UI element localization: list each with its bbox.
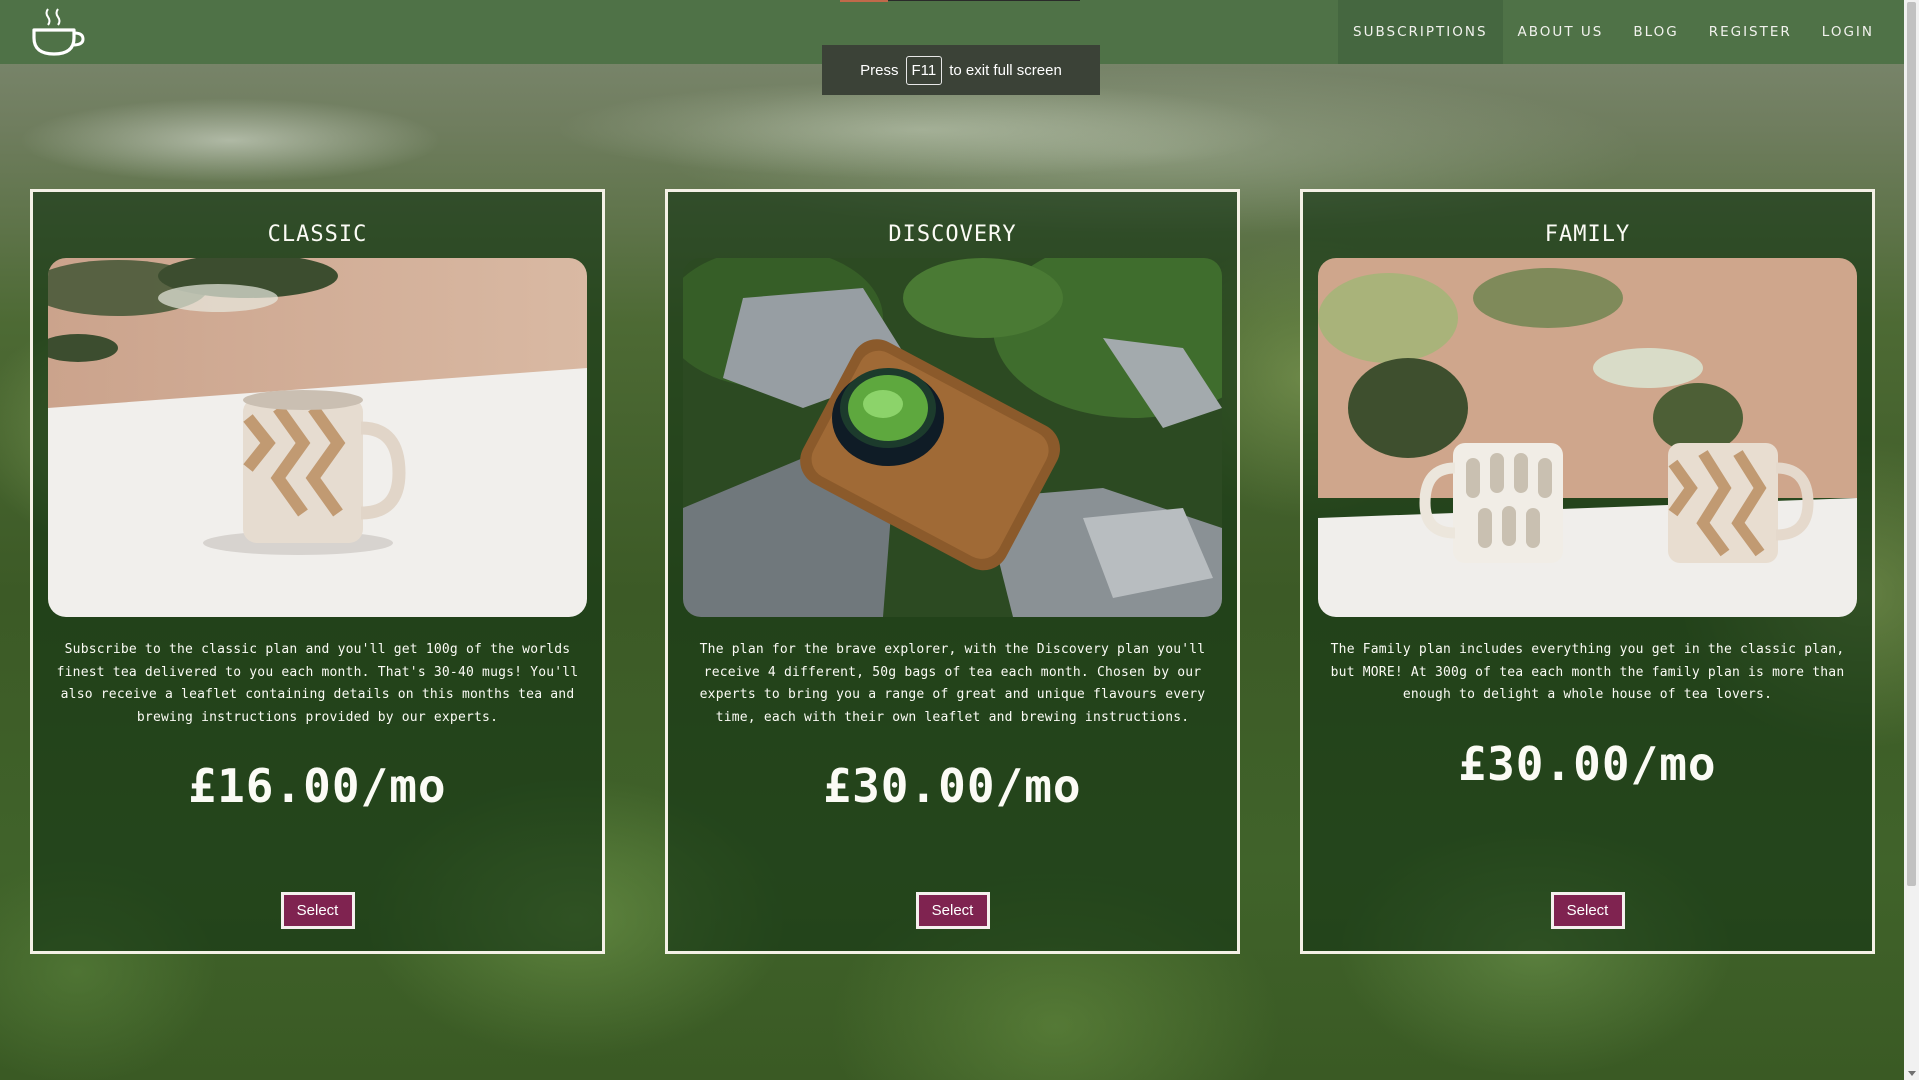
toast-key: F11 [905, 55, 943, 85]
plan-price: £30.00/mo [823, 759, 1082, 813]
plan-price: £16.00/mo [188, 759, 447, 813]
plan-description: Subscribe to the classic plan and you'll… [56, 642, 579, 725]
nav-blog[interactable]: BLOG [1618, 0, 1693, 64]
toast-message: to exit full screen [949, 61, 1062, 79]
plan-description: The plan for the brave explorer, with th… [699, 642, 1206, 725]
plan-card-discovery: DISCOVERY The plan for the brave explore… [665, 189, 1240, 954]
nav-login[interactable]: LOGIN [1807, 0, 1904, 64]
fullscreen-toast: Press F11 to exit full screen [822, 45, 1100, 95]
nav-about-us[interactable]: ABOUT US [1503, 0, 1619, 64]
plan-price: £30.00/mo [1458, 736, 1717, 791]
select-classic-button[interactable]: Select [280, 892, 355, 929]
subscription-plans: CLASSIC Subscribe to the classic plan an… [30, 189, 1875, 954]
plan-card-family: FAMILY The Family plan includes everythi… [1300, 189, 1875, 954]
toast-press-text: Press [860, 61, 899, 79]
plan-title: CLASSIC [267, 222, 368, 247]
plan-title: FAMILY [1544, 222, 1631, 247]
nav-subscriptions[interactable]: SUBSCRIPTIONS [1338, 0, 1503, 64]
plan-title: DISCOVERY [888, 222, 1017, 247]
plan-image-family [1318, 258, 1857, 617]
page-scrollbar[interactable] [1904, 0, 1919, 1080]
plan-image-classic [48, 258, 587, 617]
plan-image-discovery [683, 258, 1222, 617]
select-discovery-button[interactable]: Select [915, 892, 990, 929]
main-nav: SUBSCRIPTIONS ABOUT US BLOG REGISTER LOG… [1338, 0, 1904, 64]
plan-description: The Family plan includes everything you … [1330, 642, 1845, 702]
plan-card-classic: CLASSIC Subscribe to the classic plan an… [30, 189, 605, 954]
teacup-logo-icon[interactable] [28, 4, 90, 60]
select-family-button[interactable]: Select [1550, 892, 1625, 929]
nav-register[interactable]: REGISTER [1694, 0, 1807, 64]
scrollbar-thumb[interactable] [1907, 2, 1916, 886]
scroll-down-arrow-icon[interactable] [1908, 1071, 1916, 1076]
fullscreen-indicator-bar [840, 0, 1080, 2]
